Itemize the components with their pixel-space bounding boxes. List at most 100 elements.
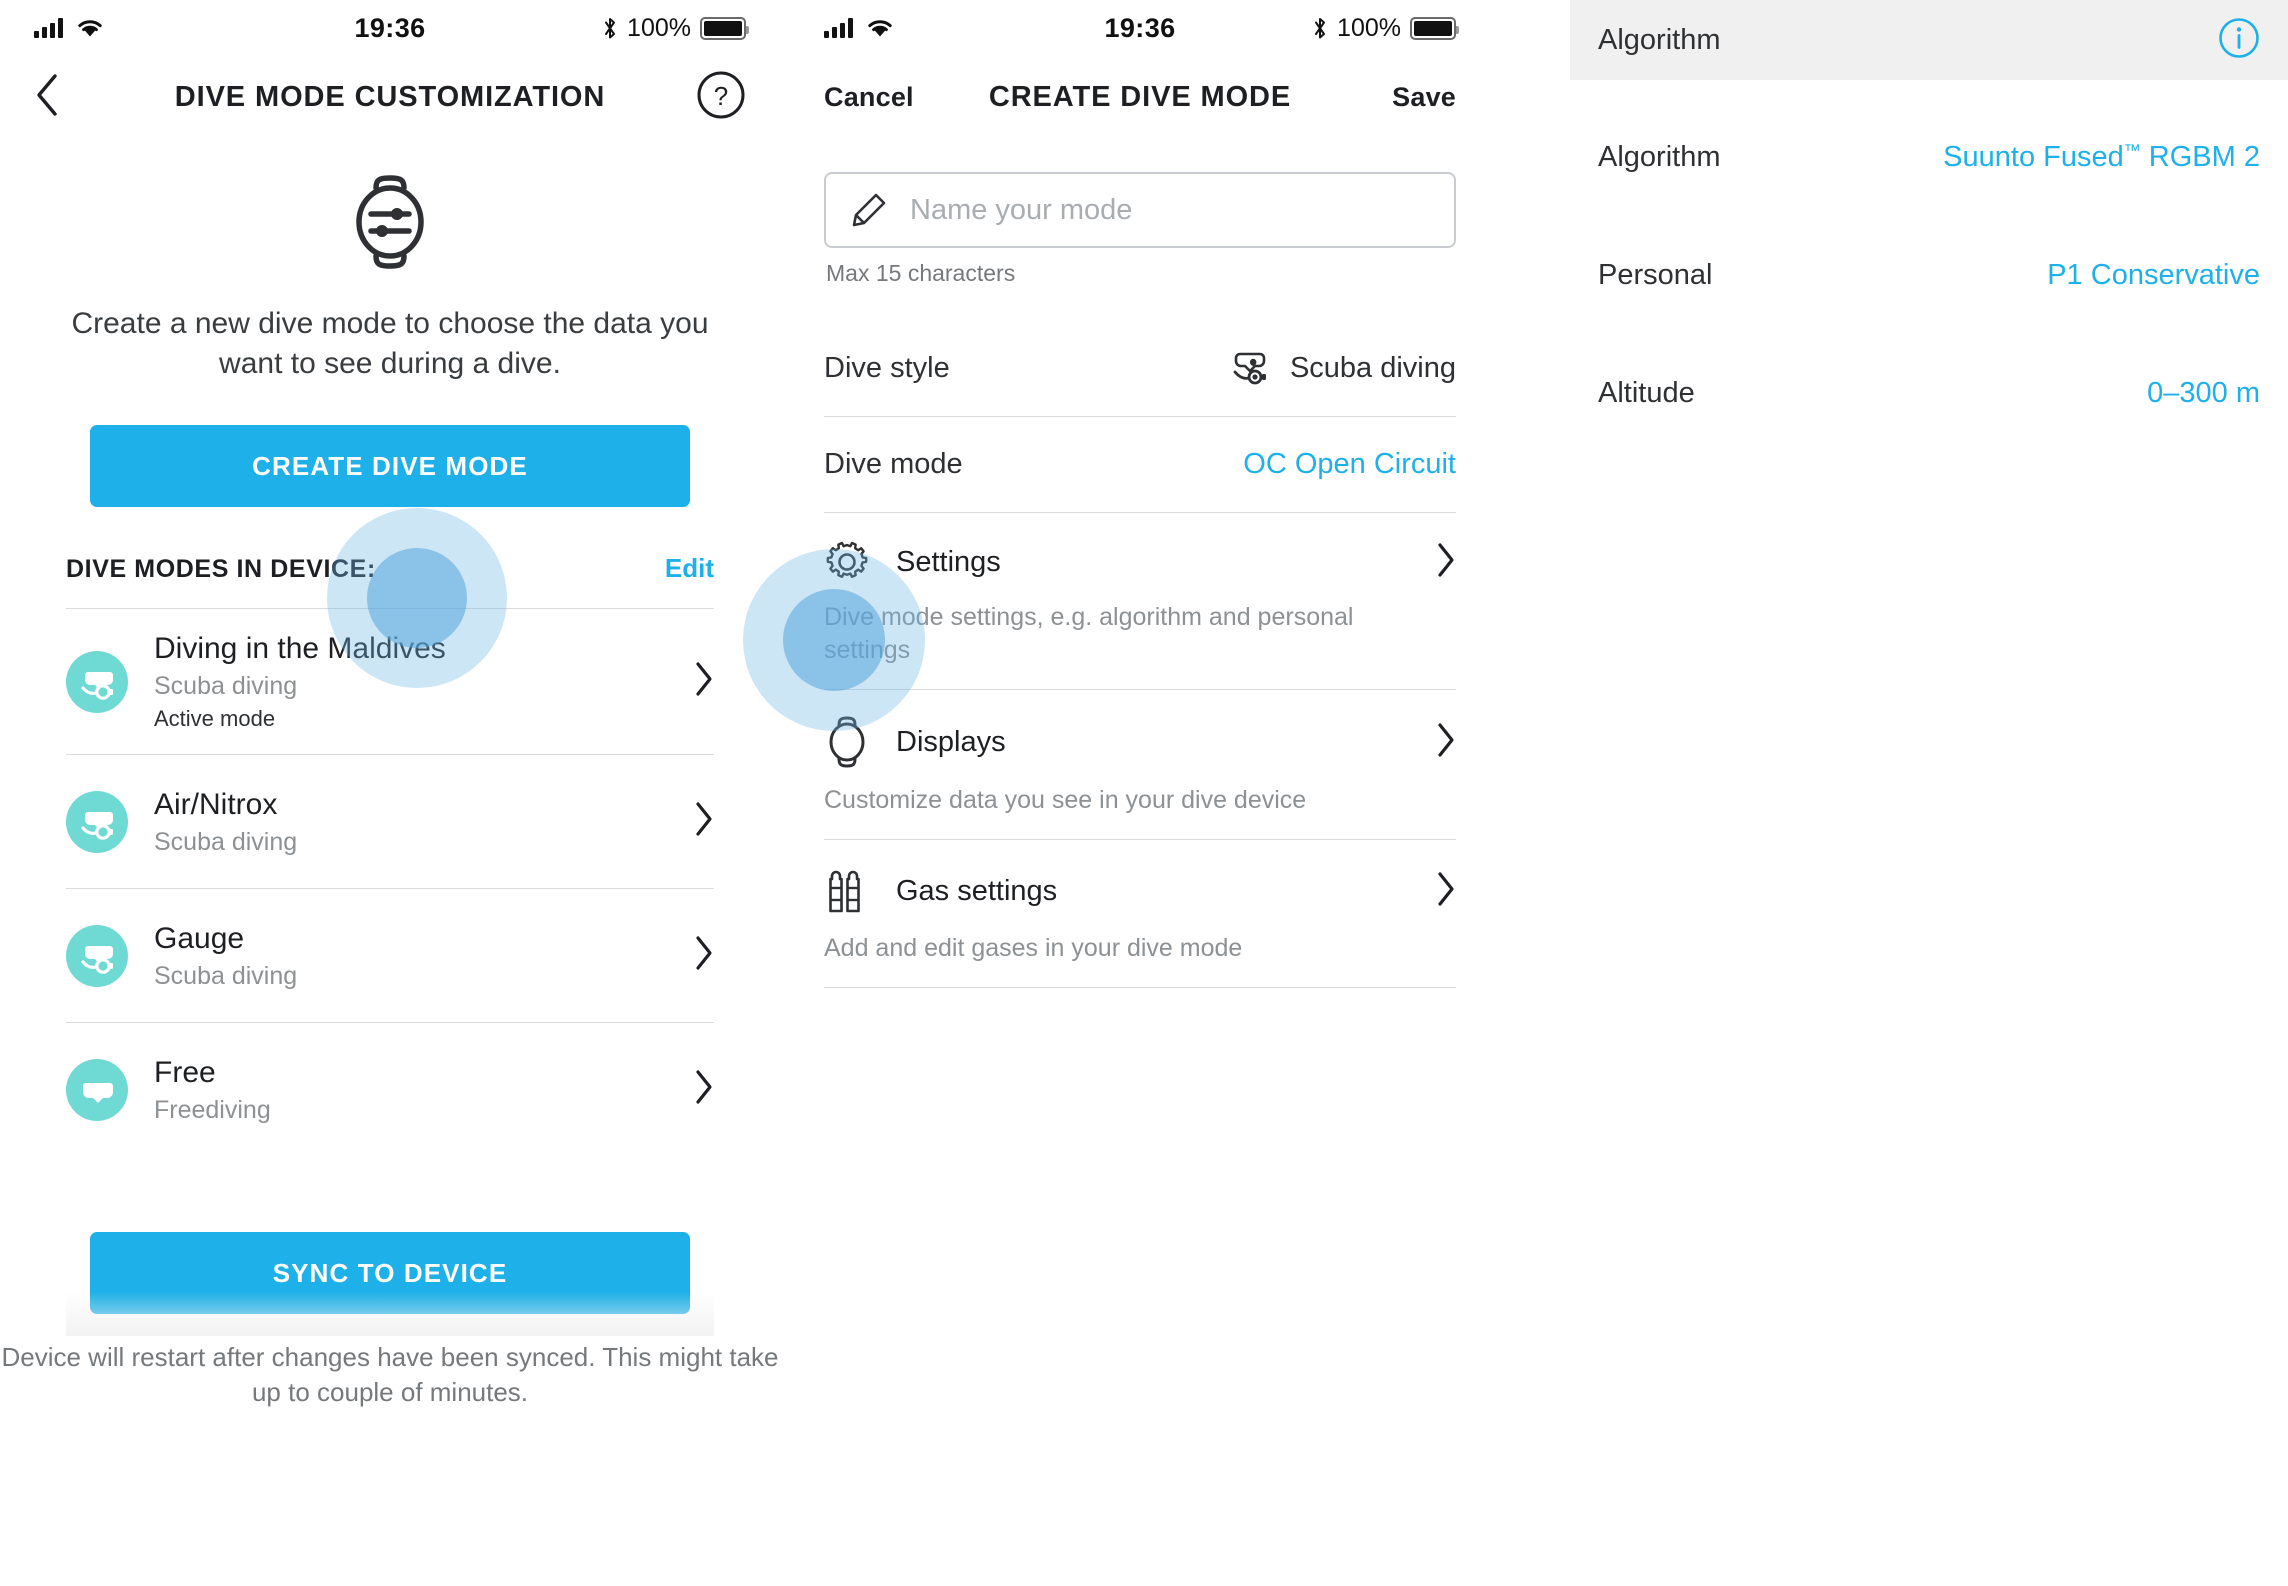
chevron-left-icon	[37, 73, 57, 116]
mode-style: Scuba diving	[154, 961, 298, 990]
settings-nav-item[interactable]: Settings Dive mode settings, e.g. algori…	[824, 513, 1456, 690]
chevron-right-icon	[694, 935, 714, 976]
freediving-mask-icon	[66, 1058, 128, 1121]
dive-style-label: Dive style	[824, 352, 950, 384]
displays-nav-item-head: Displays	[824, 716, 1456, 768]
scuba-mask-regulator-icon	[1233, 352, 1266, 384]
dive-mode-label: Dive mode	[824, 448, 963, 480]
altitude-value: 0–300 m	[2147, 376, 2260, 409]
panel-dive-mode-customization: 19:36 100% DIVE MODE CUSTOMIZATION ? Cre…	[0, 0, 780, 1586]
altitude-row[interactable]: Altitude 0–300 m	[1570, 342, 2288, 444]
gas-settings-nav-item-head: Gas settings	[824, 866, 1456, 916]
gear-icon	[826, 541, 868, 578]
list-item[interactable]: Air/Nitrox Scuba diving	[66, 754, 714, 888]
settings-label: Settings	[896, 545, 1001, 578]
help-button[interactable]: ?	[696, 70, 746, 125]
displays-nav-item[interactable]: Displays Customize data you see in your …	[824, 690, 1456, 840]
watch-icon	[829, 716, 865, 768]
status-bar-time: 19:36	[354, 12, 426, 43]
list-item-texts: Free Freediving	[154, 1055, 668, 1125]
personal-label: Personal	[1598, 258, 1713, 291]
displays-description: Customize data you see in your dive devi…	[824, 786, 1307, 814]
watch-settings-icon	[356, 175, 424, 269]
nav-bar-create-dive-mode: Cancel CREATE DIVE MODE Save	[790, 56, 1490, 138]
algorithm-value-prefix: Suunto Fused	[1943, 140, 2124, 173]
intro-block: Create a new dive mode to choose the dat…	[0, 138, 780, 383]
altitude-label: Altitude	[1598, 376, 1695, 409]
pencil-edit-icon	[852, 193, 886, 227]
screenshot-canvas: 19:36 100% DIVE MODE CUSTOMIZATION ? Cre…	[0, 0, 2288, 1586]
scuba-mask-regulator-icon	[66, 790, 128, 853]
chevron-right-icon	[694, 1069, 714, 1110]
status-badge: Active mode	[154, 706, 276, 732]
algorithm-value-suffix: RGBM 2	[2140, 140, 2260, 173]
save-button[interactable]: Save	[1392, 82, 1456, 113]
dive-style-row[interactable]: Dive style Scuba diving	[824, 321, 1456, 417]
mode-name-hint: Max 15 characters	[826, 260, 1016, 286]
mode-name: Air/Nitrox	[154, 787, 278, 821]
edit-modes-link[interactable]: Edit	[665, 553, 714, 584]
svg-text:?: ?	[714, 81, 728, 111]
algorithm-row[interactable]: Algorithm Suunto Fused™ RGBM 2	[1570, 106, 2288, 208]
list-item[interactable]: Gauge Scuba diving	[66, 888, 714, 1022]
nav-bar-dive-mode-customization: DIVE MODE CUSTOMIZATION ?	[0, 56, 780, 138]
cancel-button[interactable]: Cancel	[824, 82, 914, 113]
settings-description: Dive mode settings, e.g. algorithm and p…	[824, 603, 1354, 664]
mode-style: Scuba diving	[154, 827, 298, 856]
sync-to-device-button[interactable]: SYNC TO DEVICE	[90, 1232, 690, 1315]
chevron-right-icon	[1436, 871, 1456, 912]
list-item-texts: Gauge Scuba diving	[154, 921, 668, 991]
settings-nav-item-head: Settings	[824, 539, 1456, 585]
dive-mode-value: OC Open Circuit	[1243, 448, 1456, 480]
algorithm-label: Algorithm	[1598, 140, 1721, 173]
mode-name-input[interactable]	[910, 193, 1430, 227]
sync-footnote: Device will restart after changes have b…	[1, 1342, 779, 1407]
info-circle-icon	[2219, 17, 2259, 58]
dive-style-value-group: Scuba diving	[1230, 349, 1456, 389]
list-item-texts: Air/Nitrox Scuba diving	[154, 787, 668, 857]
mode-name: Gauge	[154, 921, 245, 955]
battery-icon	[700, 16, 749, 40]
status-bar: 19:36 100%	[0, 0, 780, 56]
mode-name: Free	[154, 1055, 216, 1089]
page-title: DIVE MODE CUSTOMIZATION	[174, 80, 606, 113]
status-bar: 19:36 100%	[790, 0, 1490, 56]
list-item-texts: Diving in the Maldives Scuba diving Acti…	[154, 631, 668, 732]
trademark-symbol: ™	[2123, 140, 2141, 160]
panel-algorithm-settings: Algorithm Algorithm Suunto Fused™ RGBM 2…	[1570, 0, 2288, 1586]
dive-mode-row[interactable]: Dive mode OC Open Circuit	[824, 417, 1456, 513]
sync-section: SYNC TO DEVICE Device will restart after…	[0, 1156, 780, 1409]
personal-row[interactable]: Personal P1 Conservative	[1570, 224, 2288, 326]
battery-icon	[1410, 16, 1459, 40]
chevron-right-icon	[1436, 722, 1456, 763]
panel-create-dive-mode: 19:36 100% Cancel CREATE DIVE MODE Save …	[743, 0, 1490, 1586]
dive-modes-list: Diving in the Maldives Scuba diving Acti…	[66, 608, 714, 1336]
list-item[interactable]: Free Freediving	[66, 1022, 714, 1156]
gas-tanks-icon	[829, 870, 860, 913]
mode-style: Scuba diving	[154, 672, 298, 701]
info-button[interactable]	[2218, 17, 2260, 64]
chevron-right-icon	[694, 801, 714, 842]
status-bar-time: 19:36	[1104, 12, 1176, 43]
dive-modes-section-header: DIVE MODES IN DEVICE: Edit	[0, 507, 780, 584]
displays-label: Displays	[896, 725, 1006, 758]
question-mark-circle-icon: ?	[697, 71, 745, 118]
gas-settings-label: Gas settings	[896, 874, 1058, 907]
mode-style: Freediving	[154, 1095, 271, 1124]
create-dive-mode-button[interactable]: CREATE DIVE MODE	[90, 425, 690, 508]
scuba-mask-regulator-icon	[66, 924, 128, 987]
list-item[interactable]: Diving in the Maldives Scuba diving Acti…	[66, 608, 714, 754]
section-title: DIVE MODES IN DEVICE:	[66, 555, 376, 584]
back-button[interactable]	[34, 73, 60, 122]
chevron-right-icon	[694, 661, 714, 702]
algorithm-section-header: Algorithm	[1570, 0, 2288, 80]
mode-name: Diving in the Maldives	[154, 632, 446, 666]
gas-settings-description: Add and edit gases in your dive mode	[824, 934, 1243, 962]
algorithm-section-title: Algorithm	[1598, 23, 1721, 56]
gas-settings-nav-item[interactable]: Gas settings Add and edit gases in your …	[824, 840, 1456, 988]
dive-style-value: Scuba diving	[1289, 352, 1456, 384]
scuba-mask-regulator-icon	[66, 650, 128, 713]
mode-name-field[interactable]	[824, 172, 1456, 248]
intro-text: Create a new dive mode to choose the dat…	[71, 307, 709, 380]
algorithm-value: Suunto Fused™ RGBM 2	[1943, 141, 2260, 174]
